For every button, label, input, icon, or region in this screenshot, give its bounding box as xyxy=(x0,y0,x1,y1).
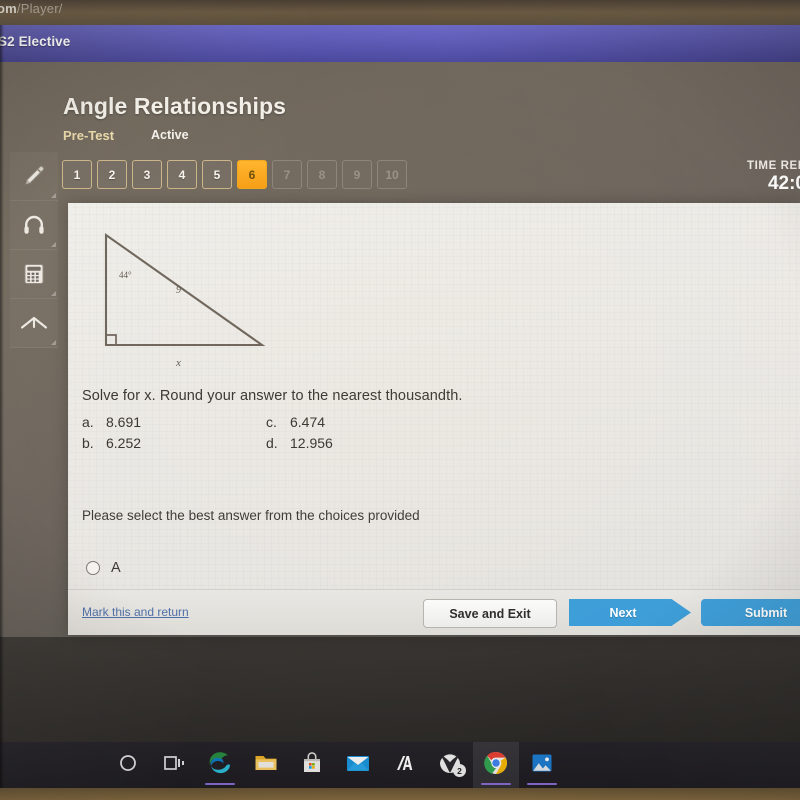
question-number-nav: 1 2 3 4 5 6 7 8 9 10 xyxy=(62,160,407,189)
choice-key-b: b. xyxy=(82,434,94,451)
mark-this-and-return-link[interactable]: Mark this and return xyxy=(82,605,189,619)
mail-button[interactable] xyxy=(335,742,381,788)
radio-button-a[interactable] xyxy=(86,561,100,575)
choice-key-d: d. xyxy=(266,434,278,451)
hypotenuse-label: 9 xyxy=(176,285,181,296)
page-title: Angle Relationships xyxy=(63,93,286,119)
triangle-svg xyxy=(104,232,266,347)
calculator-icon xyxy=(21,261,47,287)
question-nav-3[interactable]: 3 xyxy=(132,160,162,189)
choice-key-a: a. xyxy=(82,413,94,430)
question-nav-2[interactable]: 2 xyxy=(97,160,127,189)
cortana-icon xyxy=(117,752,139,779)
edge-browser-icon xyxy=(207,750,233,781)
phone-photo-of-screen: om/Player/ S2 Elective Angle Relationshi… xyxy=(0,0,800,800)
cortana-button[interactable] xyxy=(105,742,151,788)
question-nav-7: 7 xyxy=(272,160,302,189)
desk-surface xyxy=(0,788,800,800)
mail-icon xyxy=(345,752,371,779)
pencil-tool-button[interactable] xyxy=(10,152,58,201)
chrome-browser-button[interactable] xyxy=(473,742,519,788)
audio-tool-button[interactable] xyxy=(10,201,58,250)
answer-choice-list: a. 8.691 c. 6.474 b. 6.252 d. 12.956 xyxy=(82,411,502,453)
choice-value-d: 12.956 xyxy=(290,434,333,451)
reference-tool-button[interactable] xyxy=(10,299,58,348)
file-explorer-button[interactable] xyxy=(243,742,289,788)
xbox-notification-badge: 2 xyxy=(453,764,466,777)
base-label: x xyxy=(176,357,181,369)
browser-url-strip: om/Player/ xyxy=(0,0,800,25)
choice-key-c: c. xyxy=(266,413,277,430)
choice-row-ac: a. 8.691 c. 6.474 xyxy=(82,411,502,432)
question-panel: 44° 9 x Solve for x. Round your answer t… xyxy=(68,203,800,635)
choice-value-b: 6.252 xyxy=(106,434,142,451)
task-view-button[interactable] xyxy=(151,742,197,788)
edge-browser-button[interactable] xyxy=(197,742,243,788)
task-view-icon xyxy=(162,752,186,779)
choice-row-bd: b. 6.252 d. 12.956 xyxy=(82,432,502,453)
question-nav-6[interactable]: 6 xyxy=(237,160,267,189)
time-remaining-value: 42:0 xyxy=(767,173,800,194)
url-path-fragment: /Player/ xyxy=(16,1,63,16)
course-name-label: S2 Elective xyxy=(0,34,71,49)
question-nav-9: 9 xyxy=(342,160,372,189)
question-nav-10: 10 xyxy=(377,160,407,189)
up-arrow-icon xyxy=(19,310,49,336)
folder-icon xyxy=(253,751,279,780)
answer-option-a-label: A xyxy=(111,560,121,576)
save-and-exit-button[interactable]: Save and Exit xyxy=(423,599,557,628)
calculator-tool-button[interactable] xyxy=(10,250,58,299)
status-badge: Active xyxy=(151,128,189,142)
store-icon xyxy=(300,751,324,780)
answer-option-a[interactable]: A xyxy=(86,560,121,576)
submit-button[interactable]: Submit xyxy=(701,599,800,626)
time-remaining-label: TIME REM xyxy=(746,160,800,172)
choice-value-c: 6.474 xyxy=(290,413,326,430)
chrome-browser-icon xyxy=(483,750,509,781)
slash-a-icon xyxy=(390,752,418,779)
photos-icon xyxy=(530,751,554,780)
question-nav-5[interactable]: 5 xyxy=(202,160,232,189)
select-answer-note: Please select the best answer from the c… xyxy=(82,508,420,523)
desktop-background xyxy=(0,637,800,742)
angle-label: 44° xyxy=(119,270,132,280)
triangle-figure: 44° 9 x xyxy=(90,227,290,369)
next-button[interactable]: Next xyxy=(569,599,691,626)
headphones-icon xyxy=(21,212,47,238)
url-text: om/Player/ xyxy=(0,1,63,16)
test-stage-label: Pre-Test xyxy=(63,128,115,143)
media-app-button[interactable] xyxy=(381,742,427,788)
pencil-icon xyxy=(21,163,47,189)
question-prompt: Solve for x. Round your answer to the ne… xyxy=(82,388,463,404)
tool-rail xyxy=(10,152,58,348)
url-domain-fragment: om xyxy=(0,1,17,16)
choice-value-a: 8.691 xyxy=(106,413,142,430)
question-footer-bar: Mark this and return Save and Exit Next … xyxy=(68,589,800,635)
question-nav-4[interactable]: 4 xyxy=(167,160,197,189)
windows-taskbar: 2 xyxy=(0,742,800,788)
question-nav-8: 8 xyxy=(307,160,337,189)
question-nav-1[interactable]: 1 xyxy=(62,160,92,189)
photos-button[interactable] xyxy=(519,742,565,788)
xbox-button[interactable]: 2 xyxy=(427,742,473,788)
microsoft-store-button[interactable] xyxy=(289,742,335,788)
course-header-bar: S2 Elective xyxy=(0,25,800,62)
